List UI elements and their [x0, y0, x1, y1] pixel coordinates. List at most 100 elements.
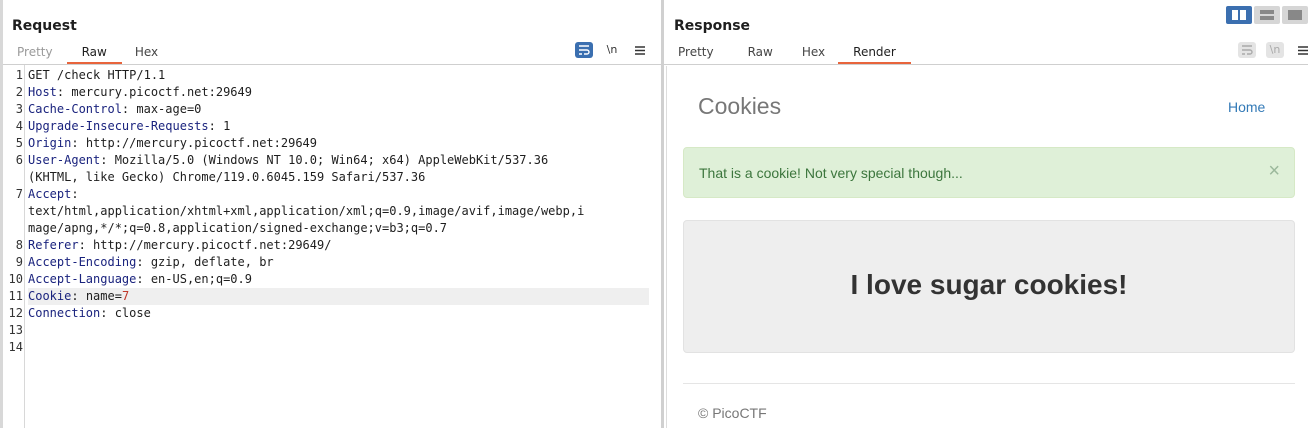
header-name: Referer — [28, 238, 79, 252]
response-menu-button[interactable] — [1294, 42, 1308, 58]
rendered-page: Cookies Home That is a cookie! Not very … — [666, 66, 1308, 428]
code-line[interactable]: 6 User-Agent: Mozilla/5.0 (Windows NT 10.… — [3, 152, 661, 169]
line-number: 14 — [8, 340, 23, 354]
header-value: GET /check HTTP/1.1 — [28, 68, 166, 82]
close-icon[interactable]: × — [1268, 160, 1280, 183]
header-colon: : — [208, 119, 216, 133]
wrap-lines-icon — [1242, 45, 1253, 55]
response-wrap-lines-button[interactable] — [1238, 42, 1256, 58]
line-number: 10 — [8, 272, 23, 286]
code-line[interactable]: 2 Host: mercury.picoctf.net:29649 — [3, 84, 661, 101]
header-name: Connection — [28, 306, 101, 320]
code-line[interactable]: 13 — [3, 322, 661, 339]
request-tab-pretty[interactable]: Pretty — [3, 40, 67, 64]
response-tab-raw[interactable]: Raw — [728, 40, 786, 64]
code-line[interactable]: 11 Cookie: name=7 — [3, 288, 661, 305]
show-newlines-button[interactable]: \n — [603, 42, 621, 58]
line-number: 7 — [15, 187, 23, 201]
code-line[interactable]: 14 — [3, 339, 661, 356]
code-text: GET /check HTTP/1.1 — [28, 67, 649, 84]
line-number: 11 — [8, 289, 23, 303]
response-show-newlines-button[interactable]: \n — [1266, 42, 1284, 58]
code-line[interactable]: (KHTML, like Gecko) Chrome/119.0.6045.15… — [3, 169, 661, 186]
code-line[interactable]: 8 Referer: http://mercury.picoctf.net:296… — [3, 237, 661, 254]
line-number: 2 — [15, 85, 23, 99]
footer-copyright: © PicoCTF — [698, 405, 767, 421]
code-text: (KHTML, like Gecko) Chrome/119.0.6045.15… — [28, 169, 649, 186]
header-name: Cache-Control — [28, 102, 122, 116]
request-lines: 1 GET /check HTTP/1.1 2 Host: mercury.picoc… — [3, 67, 661, 356]
code-text: text/html,application/xhtml+xml,applicat… — [28, 203, 649, 220]
site-title: Cookies — [698, 93, 782, 119]
header-name: Accept-Encoding — [28, 255, 137, 269]
code-line[interactable]: 9 Accept-Encoding: gzip, deflate, br — [3, 254, 661, 271]
header-colon: : — [136, 255, 144, 269]
header-value: mage/apng,*/*;q=0.8,application/signed-e… — [28, 221, 448, 235]
code-line[interactable]: 5 Origin: http://mercury.picoctf.net:2964… — [3, 135, 661, 152]
response-tab-render[interactable]: Render — [838, 40, 911, 64]
request-tab-raw[interactable]: Raw — [66, 40, 123, 64]
header-value: name= — [78, 289, 122, 303]
response-tab-pretty[interactable]: Pretty — [664, 40, 728, 64]
code-line[interactable]: text/html,application/xhtml+xml,applicat… — [3, 203, 661, 220]
header-name: Origin — [28, 136, 72, 150]
line-number: 9 — [15, 255, 23, 269]
code-line[interactable]: 4 Upgrade-Insecure-Requests: 1 — [3, 118, 661, 135]
jumbotron-heading: I love sugar cookies! — [850, 269, 1128, 300]
code-text: Upgrade-Insecure-Requests: 1 — [28, 118, 649, 135]
request-tab-hex[interactable]: Hex — [122, 40, 171, 64]
home-link[interactable]: Home — [1228, 99, 1265, 115]
header-value: http://mercury.picoctf.net:29649/ — [85, 238, 332, 252]
code-line[interactable]: mage/apng,*/*;q=0.8,application/signed-e… — [3, 220, 661, 237]
line-number: 13 — [8, 323, 23, 337]
code-line[interactable]: 1 GET /check HTTP/1.1 — [3, 67, 661, 84]
header-value: mercury.picoctf.net:29649 — [64, 85, 252, 99]
code-text: Accept-Language: en-US,en;q=0.9 — [28, 271, 649, 288]
line-number: 1 — [15, 68, 23, 82]
code-line[interactable]: 10 Accept-Language: en-US,en;q=0.9 — [3, 271, 661, 288]
request-title: Request — [12, 18, 77, 34]
code-text: Referer: http://mercury.picoctf.net:2964… — [28, 237, 649, 254]
response-tab-hex[interactable]: Hex — [786, 40, 838, 64]
response-pane: Response Pretty Raw Hex Render \n Cookie… — [664, 0, 1308, 428]
response-tab-divider — [664, 64, 1308, 65]
success-alert: That is a cookie! Not very special thoug… — [683, 147, 1295, 198]
alert-message: That is a cookie! Not very special thoug… — [699, 165, 963, 181]
header-value: 1 — [215, 119, 231, 133]
header-value: gzip, deflate, br — [143, 255, 274, 269]
header-colon: : — [71, 136, 79, 150]
code-text: Cache-Control: max-age=0 — [28, 101, 649, 118]
code-text: User-Agent: Mozilla/5.0 (Windows NT 10.0… — [28, 152, 649, 169]
code-line[interactable]: 12 Connection: close — [3, 305, 661, 322]
response-tabs: Pretty Raw Hex Render — [664, 40, 911, 64]
line-number: 3 — [15, 102, 23, 116]
response-title: Response — [674, 18, 751, 34]
header-colon: : — [136, 272, 144, 286]
code-line[interactable]: 7 Accept: — [3, 186, 661, 203]
code-text: Accept-Encoding: gzip, deflate, br — [28, 254, 649, 271]
request-pane: Request Pretty Raw Hex \n 1 GET /check HT… — [3, 0, 661, 428]
request-editor[interactable]: 1 GET /check HTTP/1.1 2 Host: mercury.picoc… — [3, 65, 661, 428]
header-name: Upgrade-Insecure-Requests — [28, 119, 209, 133]
hamburger-menu-icon — [1298, 46, 1308, 55]
wrap-lines-button[interactable] — [575, 42, 593, 58]
header-value: (KHTML, like Gecko) Chrome/119.0.6045.15… — [28, 170, 426, 184]
header-value: en-US,en;q=0.9 — [143, 272, 252, 286]
header-colon: : — [71, 187, 79, 201]
header-name: Accept — [28, 187, 72, 201]
hamburger-menu-icon — [635, 46, 645, 55]
footer-divider — [683, 383, 1295, 384]
request-menu-button[interactable] — [631, 42, 649, 58]
jumbotron: I love sugar cookies! — [683, 220, 1295, 353]
line-number: 8 — [15, 238, 23, 252]
header-value: Mozilla/5.0 (Windows NT 10.0; Win64; x64… — [107, 153, 549, 167]
header-name: Host — [28, 85, 57, 99]
code-text: mage/apng,*/*;q=0.8,application/signed-e… — [28, 220, 649, 237]
line-number: 6 — [15, 153, 23, 167]
code-line[interactable]: 3 Cache-Control: max-age=0 — [3, 101, 661, 118]
header-value: http://mercury.picoctf.net:29649 — [78, 136, 318, 150]
line-number: 4 — [15, 119, 23, 133]
header-value: close — [107, 306, 151, 320]
header-value: max-age=0 — [129, 102, 202, 116]
code-text: Host: mercury.picoctf.net:29649 — [28, 84, 649, 101]
